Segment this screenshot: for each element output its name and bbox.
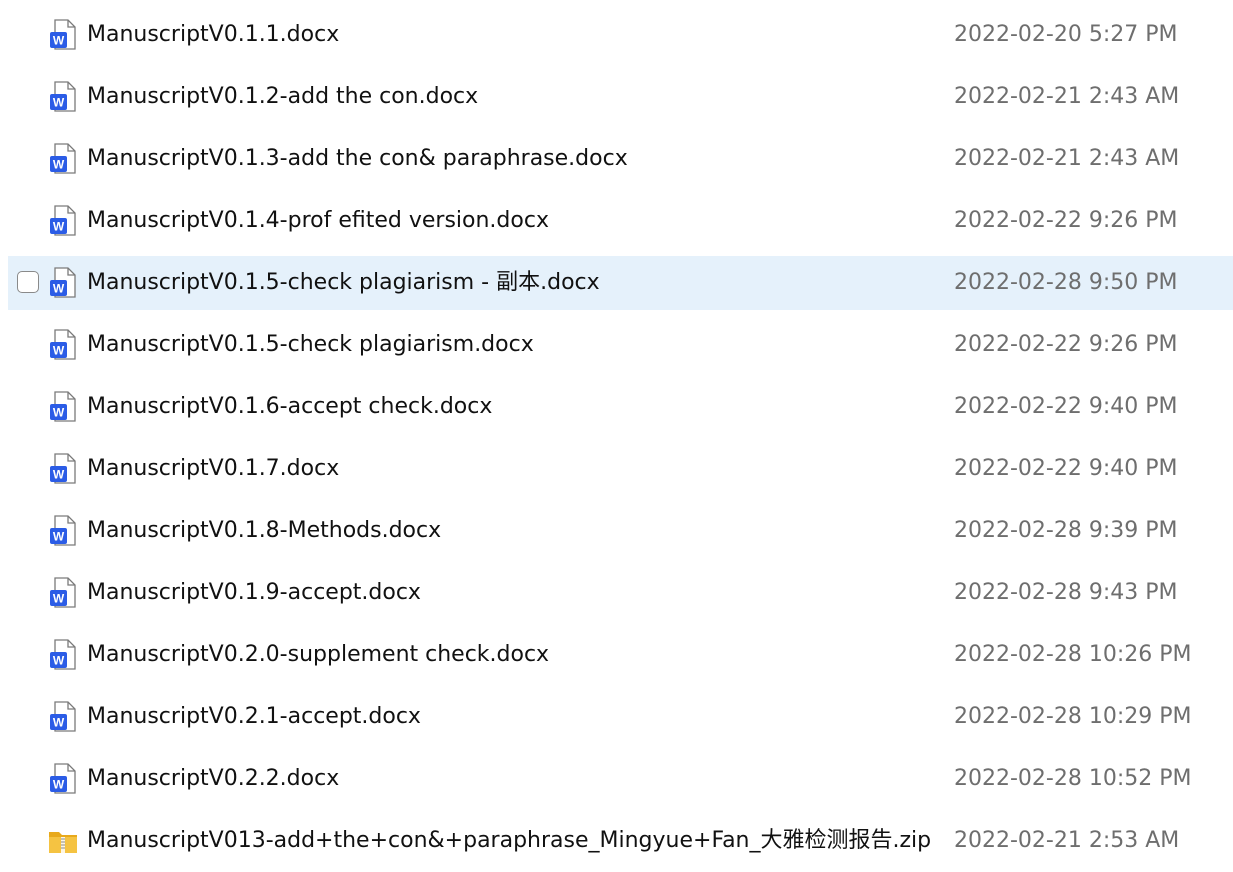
svg-text:W: W: [53, 220, 65, 234]
file-name[interactable]: ManuscriptV0.1.1.docx: [87, 21, 339, 49]
word-doc-icon: W: [48, 81, 78, 113]
file-date-modified: 2022-02-21 2:43 AM: [954, 84, 1180, 109]
file-row[interactable]: W ManuscriptV0.2.0-supplement check.docx 2…: [8, 628, 1233, 682]
file-name[interactable]: ManuscriptV0.1.3-add the con& paraphrase…: [87, 145, 628, 173]
word-doc-icon: W: [48, 639, 78, 671]
file-date-modified: 2022-02-21 2:43 AM: [954, 146, 1180, 171]
file-row[interactable]: W ManuscriptV0.1.7.docx 2022-02-22 9:40 PM: [8, 442, 1233, 496]
svg-text:W: W: [53, 406, 65, 420]
word-doc-icon: W: [48, 391, 78, 423]
word-doc-icon: W: [48, 329, 78, 361]
svg-text:W: W: [53, 468, 65, 482]
file-name[interactable]: ManuscriptV0.2.0-supplement check.docx: [87, 641, 549, 669]
file-name[interactable]: ManuscriptV0.2.2.docx: [87, 765, 339, 793]
word-doc-icon: W: [48, 453, 78, 485]
file-row[interactable]: W ManuscriptV0.1.4-prof efited version.do…: [8, 194, 1233, 248]
svg-text:W: W: [53, 34, 65, 48]
file-date-modified: 2022-02-22 9:40 PM: [954, 456, 1178, 481]
file-date-modified: 2022-02-21 2:53 AM: [954, 828, 1180, 853]
file-name[interactable]: ManuscriptV0.2.1-accept.docx: [87, 703, 421, 731]
word-doc-icon: W: [48, 577, 78, 609]
word-doc-icon: W: [48, 701, 78, 733]
file-date-modified: 2022-02-22 9:26 PM: [954, 332, 1178, 357]
file-row[interactable]: W ManuscriptV0.1.2-add the con.docx 2022-0…: [8, 70, 1233, 124]
word-doc-icon: W: [48, 763, 78, 795]
word-doc-icon: W: [48, 205, 78, 237]
file-row[interactable]: W ManuscriptV0.2.2.docx 2022-02-28 10:52 P…: [8, 752, 1233, 806]
file-row[interactable]: W ManuscriptV0.1.5-check plagiarism - 副本.…: [8, 256, 1233, 310]
file-row[interactable]: W ManuscriptV0.1.8-Methods.docx 2022-02-28…: [8, 504, 1233, 558]
word-doc-icon: W: [48, 267, 78, 299]
file-name[interactable]: ManuscriptV0.1.4-prof efited version.doc…: [87, 207, 549, 235]
file-date-modified: 2022-02-22 9:40 PM: [954, 394, 1178, 419]
file-date-modified: 2022-02-28 10:29 PM: [954, 704, 1192, 729]
file-name[interactable]: ManuscriptV0.1.5-check plagiarism.docx: [87, 331, 534, 359]
file-date-modified: 2022-02-28 10:52 PM: [954, 766, 1192, 791]
svg-text:W: W: [53, 282, 65, 296]
file-name[interactable]: ManuscriptV0.1.2-add the con.docx: [87, 83, 478, 111]
svg-text:W: W: [53, 654, 65, 668]
file-date-modified: 2022-02-20 5:27 PM: [954, 22, 1178, 47]
file-name[interactable]: ManuscriptV0.1.7.docx: [87, 455, 339, 483]
svg-text:W: W: [53, 96, 65, 110]
svg-text:W: W: [53, 158, 65, 172]
svg-text:W: W: [53, 530, 65, 544]
file-row[interactable]: W ManuscriptV0.1.5-check plagiarism.docx 2…: [8, 318, 1233, 372]
file-name[interactable]: ManuscriptV0.1.9-accept.docx: [87, 579, 421, 607]
zip-folder-icon: [48, 825, 78, 857]
svg-text:W: W: [53, 592, 65, 606]
select-checkbox[interactable]: [17, 271, 39, 293]
file-row[interactable]: ManuscriptV013-add+the+con&+paraphrase_M…: [8, 814, 1233, 868]
svg-text:W: W: [53, 716, 65, 730]
file-date-modified: 2022-02-28 10:26 PM: [954, 642, 1192, 667]
file-date-modified: 2022-02-28 9:43 PM: [954, 580, 1178, 605]
file-row[interactable]: W ManuscriptV0.1.3-add the con& paraphras…: [8, 132, 1233, 186]
file-date-modified: 2022-02-22 9:26 PM: [954, 208, 1178, 233]
file-name[interactable]: ManuscriptV013-add+the+con&+paraphrase_M…: [87, 827, 931, 855]
file-list: W ManuscriptV0.1.1.docx 2022-02-20 5:27 PM…: [0, 0, 1233, 872]
svg-text:W: W: [53, 778, 65, 792]
svg-text:W: W: [53, 344, 65, 358]
word-doc-icon: W: [48, 19, 78, 51]
file-row[interactable]: W ManuscriptV0.2.1-accept.docx 2022-02-28 …: [8, 690, 1233, 744]
file-date-modified: 2022-02-28 9:50 PM: [954, 270, 1178, 295]
word-doc-icon: W: [48, 515, 78, 547]
word-doc-icon: W: [48, 143, 78, 175]
file-name[interactable]: ManuscriptV0.1.8-Methods.docx: [87, 517, 441, 545]
file-date-modified: 2022-02-28 9:39 PM: [954, 518, 1178, 543]
file-name[interactable]: ManuscriptV0.1.6-accept check.docx: [87, 393, 492, 421]
file-name[interactable]: ManuscriptV0.1.5-check plagiarism - 副本.d…: [87, 269, 600, 297]
file-row[interactable]: W ManuscriptV0.1.1.docx 2022-02-20 5:27 PM: [8, 8, 1233, 62]
file-row[interactable]: W ManuscriptV0.1.6-accept check.docx 2022-…: [8, 380, 1233, 434]
file-row[interactable]: W ManuscriptV0.1.9-accept.docx 2022-02-28 …: [8, 566, 1233, 620]
